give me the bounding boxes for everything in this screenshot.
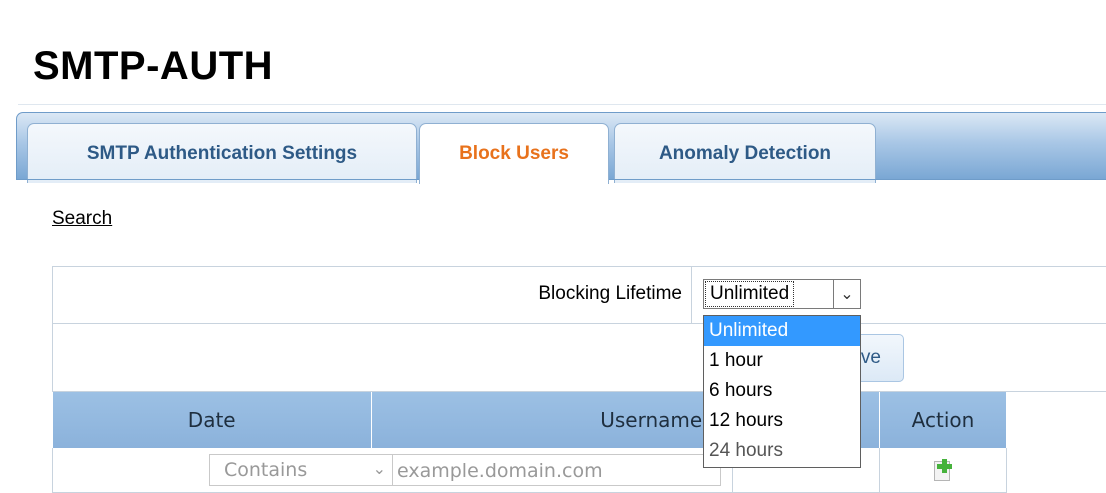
- blocking-lifetime-dropdown: Unlimited 1 hour 6 hours 12 hours 24 hou…: [703, 315, 861, 468]
- chevron-down-icon: ⌄: [372, 459, 386, 478]
- tab-label: Block Users: [459, 143, 569, 164]
- title-divider: [18, 104, 1106, 105]
- action-column-header: Action: [879, 392, 1008, 448]
- username-filter-input[interactable]: example.domain.com: [393, 454, 721, 486]
- date-column-header[interactable]: Date: [52, 392, 372, 448]
- filter-row: Contains ⌄ example.domain.com: [51, 448, 1008, 493]
- dropdown-option-1-hour[interactable]: 1 hour: [704, 346, 860, 376]
- tab-strip: SMTP Authentication Settings Block Users…: [16, 112, 1106, 184]
- action-cell: [878, 448, 1008, 493]
- blocked-users-table: Date Username Action Contains ⌄ example.…: [51, 392, 1008, 493]
- search-form: Blocking Lifetime Unlimited ⌄: [52, 266, 1106, 392]
- filter-cell: Contains ⌄ example.domain.com: [51, 448, 734, 493]
- filter-operator-select[interactable]: Contains ⌄: [209, 454, 393, 486]
- tab-anomaly-detection[interactable]: Anomaly Detection: [614, 123, 876, 183]
- blocking-lifetime-row: Blocking Lifetime Unlimited ⌄: [53, 267, 1106, 324]
- filter-operator-value: Contains: [224, 459, 308, 481]
- tab-label: Anomaly Detection: [658, 142, 832, 164]
- form-divider: [691, 267, 692, 324]
- dropdown-option-12-hours[interactable]: 12 hours: [704, 406, 860, 436]
- chevron-down-icon[interactable]: ⌄: [833, 280, 860, 308]
- dropdown-option-24-hours[interactable]: 24 hours: [704, 436, 860, 466]
- search-link[interactable]: Search: [52, 208, 112, 230]
- username-column-header[interactable]: Username: [371, 392, 734, 448]
- tab-label: SMTP Authentication Settings: [86, 142, 358, 164]
- dropdown-option-unlimited[interactable]: Unlimited: [704, 316, 860, 346]
- add-row-icon[interactable]: [933, 459, 952, 482]
- table-header-row: Date Username Action: [52, 392, 1008, 448]
- tab-block-users[interactable]: Block Users: [419, 123, 609, 184]
- dropdown-option-6-hours[interactable]: 6 hours: [704, 376, 860, 406]
- blocking-lifetime-label: Blocking Lifetime: [538, 283, 682, 304]
- plus-icon: [936, 464, 952, 470]
- tab-smtp-authentication-settings[interactable]: SMTP Authentication Settings: [27, 123, 417, 183]
- blocking-lifetime-value: Unlimited: [704, 281, 795, 307]
- blocking-lifetime-select[interactable]: Unlimited ⌄: [703, 279, 861, 309]
- page-title: SMTP-AUTH: [33, 44, 274, 88]
